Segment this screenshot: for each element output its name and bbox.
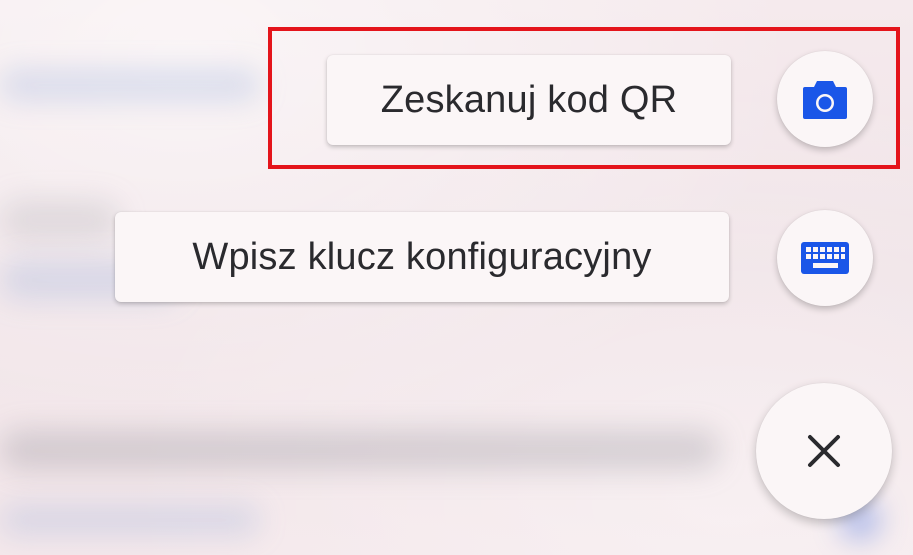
background-blur-shape — [0, 200, 120, 240]
close-menu-button[interactable] — [756, 383, 892, 519]
background-blur-shape — [0, 430, 720, 470]
background-blur-shape — [0, 505, 260, 535]
background-blur-shape — [0, 70, 260, 100]
scan-qr-label-button[interactable]: Zeskanuj kod QR — [327, 55, 731, 145]
close-icon — [807, 434, 841, 468]
enter-setup-key-label-button[interactable]: Wpisz klucz konfiguracyjny — [115, 212, 729, 302]
enter-setup-key-button[interactable] — [777, 210, 873, 306]
scan-qr-button[interactable] — [777, 51, 873, 147]
keyboard-icon — [800, 241, 850, 275]
scan-qr-label: Zeskanuj kod QR — [380, 78, 678, 121]
camera-icon — [801, 78, 849, 120]
enter-setup-key-label: Wpisz klucz konfiguracyjny — [192, 235, 652, 278]
